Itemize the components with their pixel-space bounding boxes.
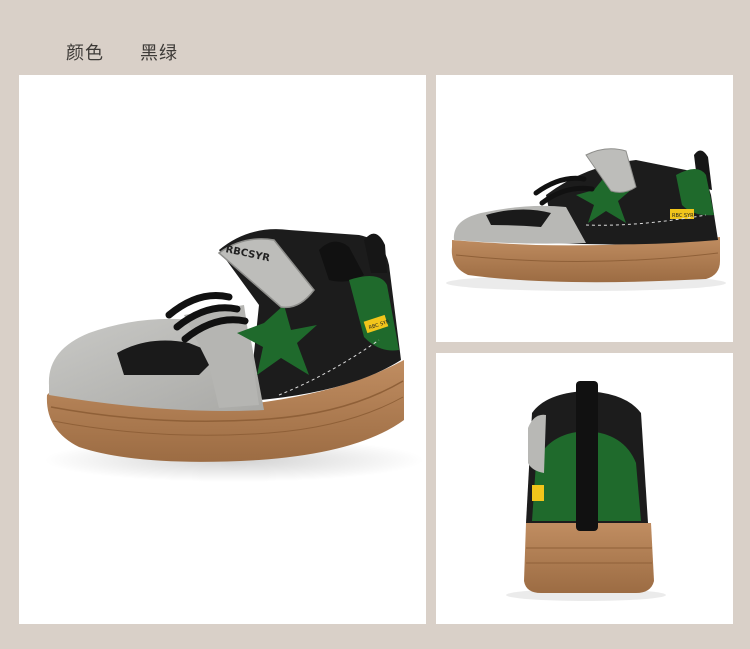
side-view-photo: RBC SYR xyxy=(436,75,733,342)
back-view-photo xyxy=(436,353,733,624)
color-label: 颜色 xyxy=(66,43,104,64)
main-product-photo: RBC SYR RBCSYR xyxy=(19,75,426,624)
sneaker-three-quarter-view: RBC SYR RBCSYR xyxy=(44,229,424,482)
yellow-heel-tag xyxy=(532,485,544,501)
sneaker-side-view: RBC SYR xyxy=(446,148,726,291)
heel-pull-tab xyxy=(576,381,598,531)
gum-sole xyxy=(524,523,654,593)
color-spec-header: 颜色 黑绿 xyxy=(66,38,178,66)
sneaker-back-view xyxy=(506,381,666,601)
svg-text:RBC SYR: RBC SYR xyxy=(672,213,694,219)
color-value: 黑绿 xyxy=(140,43,178,64)
